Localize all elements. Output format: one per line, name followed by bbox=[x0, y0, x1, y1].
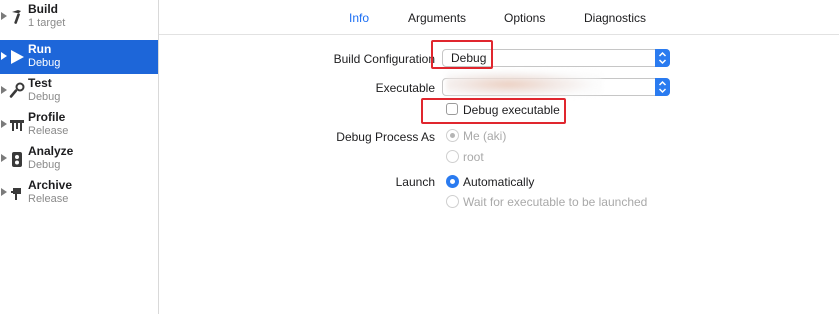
sidebar-item-subtitle: Release bbox=[28, 125, 69, 137]
hammer-icon bbox=[9, 8, 25, 26]
radio-me[interactable] bbox=[446, 129, 459, 142]
tab-diagnostics[interactable]: Diagnostics bbox=[584, 11, 646, 25]
debug-process-as-label: Debug Process As bbox=[336, 130, 435, 144]
radio-automatically-label: Automatically bbox=[463, 175, 535, 189]
scheme-tab-bar: Info Arguments Options Diagnostics bbox=[159, 0, 839, 35]
tab-info[interactable]: Info bbox=[349, 11, 369, 25]
sidebar-item-subtitle: Debug bbox=[28, 91, 61, 103]
sidebar-item-title: Analyze bbox=[28, 144, 74, 158]
archive-icon bbox=[9, 184, 25, 202]
disclosure-triangle-icon[interactable] bbox=[1, 154, 7, 162]
redacted-executable-name bbox=[446, 70, 602, 96]
sidebar-item-analyze[interactable]: Analyze Debug bbox=[0, 142, 158, 176]
build-configuration-label: Build Configuration bbox=[333, 52, 435, 66]
wrench-icon bbox=[9, 82, 25, 100]
sidebar-item-title: Archive bbox=[28, 178, 73, 192]
popup-arrows-icon bbox=[655, 49, 670, 67]
gauge-icon bbox=[9, 116, 25, 134]
executable-label: Executable bbox=[375, 81, 435, 95]
analyze-icon bbox=[9, 150, 25, 168]
radio-root-label: root bbox=[463, 150, 484, 164]
tab-options[interactable]: Options bbox=[504, 11, 545, 25]
annotation-highlight-debug-executable bbox=[421, 98, 566, 124]
tab-arguments[interactable]: Arguments bbox=[408, 11, 466, 25]
sidebar-item-build[interactable]: Build 1 target bbox=[0, 0, 158, 34]
disclosure-triangle-icon[interactable] bbox=[1, 86, 7, 94]
sidebar-item-title: Build bbox=[28, 2, 58, 16]
radio-wait-for-executable-label: Wait for executable to be launched bbox=[463, 195, 648, 209]
sidebar-item-archive[interactable]: Archive Release bbox=[0, 176, 158, 210]
sidebar-item-title: Profile bbox=[28, 110, 66, 124]
sidebar-item-subtitle: Release bbox=[28, 193, 69, 205]
radio-root[interactable] bbox=[446, 150, 459, 163]
sidebar-item-title: Run bbox=[28, 42, 52, 56]
sidebar-item-subtitle: Debug bbox=[28, 57, 61, 69]
disclosure-triangle-icon[interactable] bbox=[1, 120, 7, 128]
sidebar-item-title: Test bbox=[28, 76, 52, 90]
annotation-highlight-build-configuration bbox=[431, 40, 493, 69]
play-icon bbox=[9, 48, 25, 66]
disclosure-triangle-icon[interactable] bbox=[1, 12, 7, 20]
disclosure-triangle-icon[interactable] bbox=[1, 188, 7, 196]
scheme-action-sidebar: Build 1 target Run Debug Test Debug Prof… bbox=[0, 0, 159, 314]
popup-arrows-icon bbox=[655, 78, 670, 96]
sidebar-item-subtitle: 1 target bbox=[28, 17, 66, 29]
radio-automatically[interactable] bbox=[446, 175, 459, 188]
disclosure-triangle-icon[interactable] bbox=[1, 52, 7, 60]
launch-label: Launch bbox=[395, 175, 435, 189]
sidebar-item-subtitle: Debug bbox=[28, 159, 61, 171]
sidebar-item-profile[interactable]: Profile Release bbox=[0, 108, 158, 142]
sidebar-item-test[interactable]: Test Debug bbox=[0, 74, 158, 108]
radio-wait-for-executable[interactable] bbox=[446, 195, 459, 208]
sidebar-item-run[interactable]: Run Debug bbox=[0, 40, 158, 74]
radio-me-label: Me (aki) bbox=[463, 129, 507, 143]
